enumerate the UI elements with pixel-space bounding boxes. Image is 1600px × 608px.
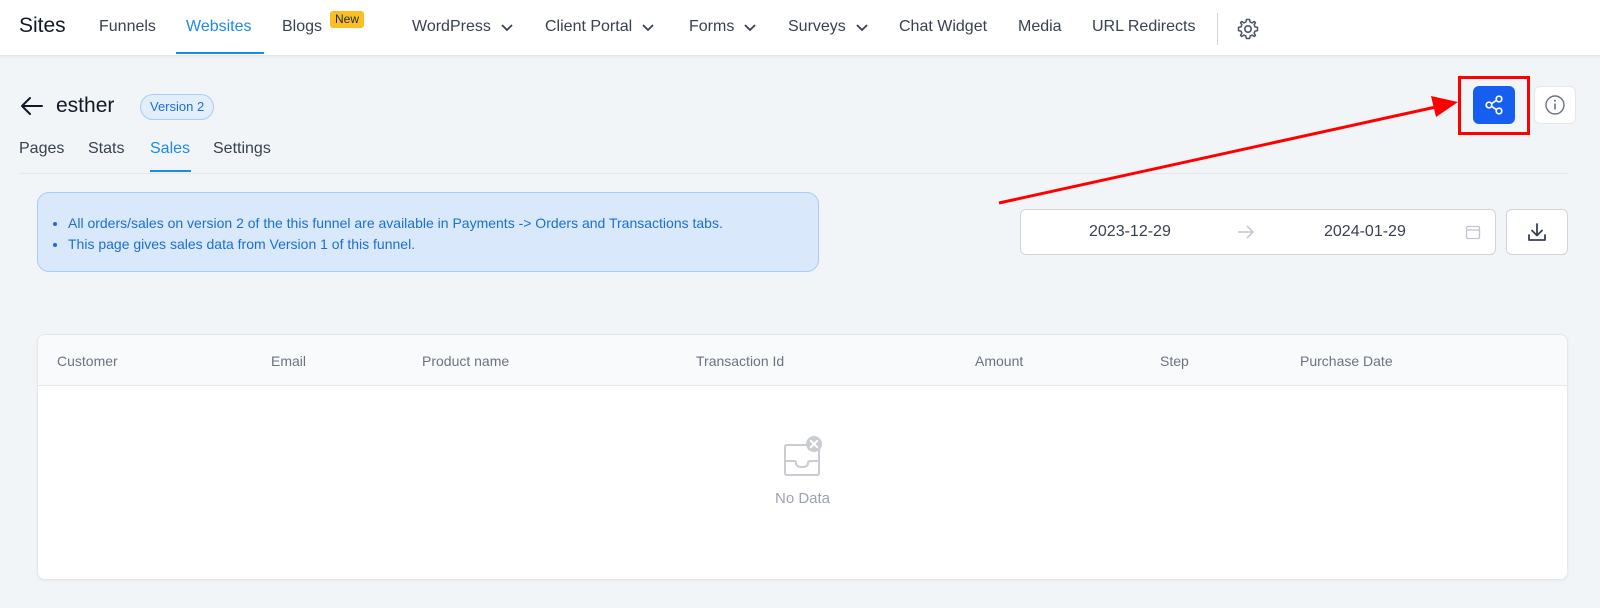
column-header-email[interactable]: Email [271,353,306,369]
tab-stats[interactable]: Stats [88,140,124,158]
annotation-highlight-box [1458,76,1530,135]
download-button[interactable] [1506,209,1568,255]
funnel-name: esther [56,94,115,117]
nav-item-label: Funnels [99,18,156,35]
column-header-step[interactable]: Step [1160,353,1189,369]
nav-item-label: Media [1018,18,1062,35]
nav-item-label: Client Portal [545,18,633,35]
date-start[interactable]: 2023-12-29 [1089,223,1171,241]
nav-item-funnels[interactable]: Funnels [99,18,156,36]
nav-item-label: Chat Widget [899,18,988,35]
tabs-divider [19,173,1568,174]
column-header-purchase-date[interactable]: Purchase Date [1300,353,1393,369]
top-navigation: Sites Funnels Websites Blogs New WordPre… [0,0,1600,56]
nav-item-label: Websites [186,18,252,35]
info-button[interactable] [1534,86,1576,124]
chevron-down-icon [744,24,756,32]
nav-item-surveys[interactable]: Surveys [788,18,869,36]
table-header: Customer Email Product name Transaction … [38,335,1567,386]
column-header-product-name[interactable]: Product name [422,353,509,369]
chevron-down-icon [856,24,868,32]
nav-item-label: WordPress [412,18,491,35]
nav-item-websites[interactable]: Websites [186,18,252,36]
brand-title: Sites [19,14,66,37]
chevron-down-icon [501,24,513,32]
nav-item-media[interactable]: Media [1018,18,1062,36]
nav-item-blogs[interactable]: Blogs [282,18,322,36]
empty-inbox-icon [783,436,822,476]
tab-sales[interactable]: Sales [150,140,190,158]
download-icon [1528,223,1546,241]
nav-item-client-portal[interactable]: Client Portal [545,18,655,36]
nav-item-wordpress[interactable]: WordPress [412,18,514,36]
nav-item-label: URL Redirects [1092,18,1196,35]
nav-item-label: Blogs [282,18,323,35]
notice-line: This page gives sales data from Version … [68,234,818,255]
new-badge: New [330,11,365,28]
back-arrow-icon[interactable] [19,95,44,117]
info-notice: All orders/sales on version 2 of the thi… [37,192,819,272]
nav-item-label: Forms [689,18,735,35]
tab-active-indicator [150,170,191,172]
calendar-icon [1465,225,1481,240]
nav-item-url-redirects[interactable]: URL Redirects [1092,18,1195,36]
notice-line: All orders/sales on version 2 of the thi… [68,213,818,234]
gear-icon[interactable] [1236,17,1260,41]
tab-pages[interactable]: Pages [19,140,64,158]
nav-item-chat-widget[interactable]: Chat Widget [899,18,987,36]
date-range-picker[interactable]: 2023-12-29 2024-01-29 [1020,209,1496,255]
column-header-customer[interactable]: Customer [57,353,118,369]
chevron-down-icon [642,24,654,32]
nav-active-indicator [176,52,264,54]
date-end[interactable]: 2024-01-29 [1324,223,1406,241]
nav-divider [1217,13,1218,45]
empty-state-text: No Data [774,490,831,507]
info-icon [1545,95,1565,115]
nav-item-forms[interactable]: Forms [689,18,757,36]
nav-item-label: Surveys [788,18,846,35]
arrow-right-icon [1238,225,1255,239]
empty-state: No Data [38,435,1567,507]
version-badge: Version 2 [140,94,215,120]
column-header-amount[interactable]: Amount [975,353,1023,369]
sales-table: Customer Email Product name Transaction … [37,334,1568,580]
column-header-transaction-id[interactable]: Transaction Id [696,353,784,369]
tab-settings[interactable]: Settings [213,140,271,158]
